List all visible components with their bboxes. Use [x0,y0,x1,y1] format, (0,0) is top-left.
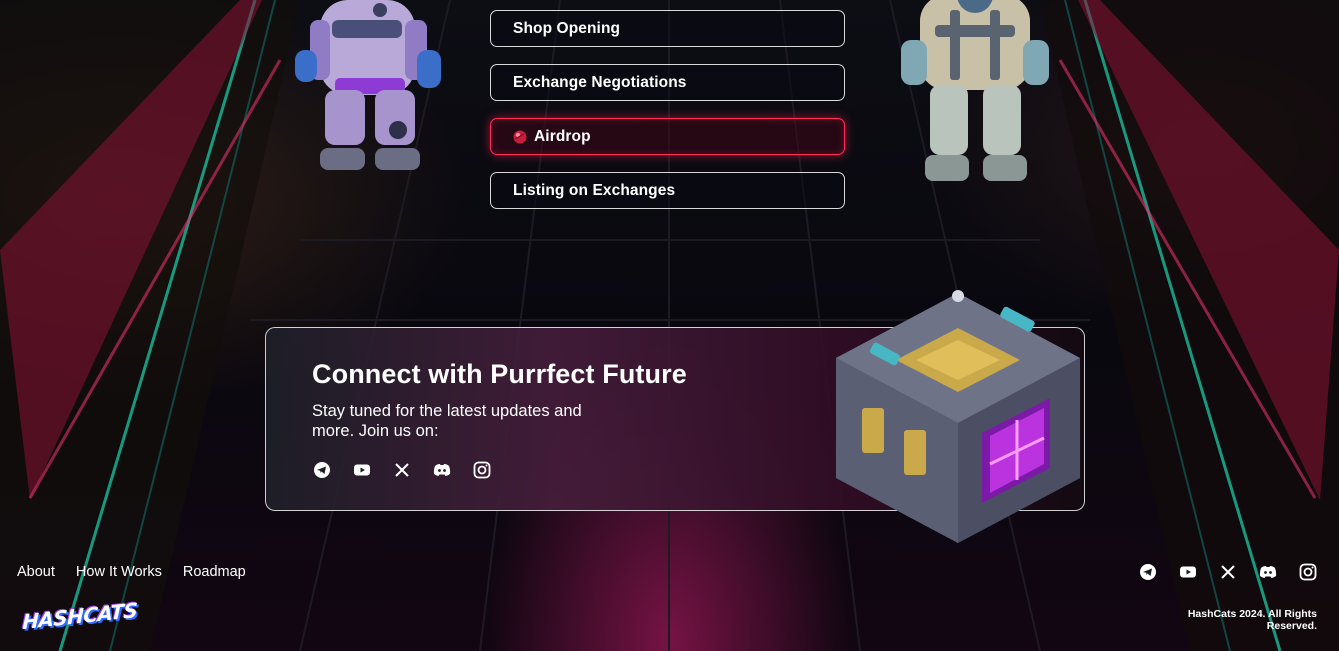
discord-icon[interactable] [1258,562,1278,582]
youtube-icon[interactable] [352,460,372,480]
astronaut-cat-left [295,0,441,170]
copyright-text: HashCats 2024. All Rights Reserved. [1187,608,1317,632]
mining-crate-image [836,290,1080,543]
footer-link-about[interactable]: About [17,564,55,580]
connect-social-links [312,460,492,480]
x-icon[interactable] [1218,562,1238,582]
footer-social-links [1138,562,1318,582]
instagram-icon[interactable] [1298,562,1318,582]
roadmap-step-label: Airdrop [534,127,591,145]
telegram-icon[interactable] [312,460,332,480]
roadmap-step-label: Listing on Exchanges [513,181,676,199]
roadmap-step-label: Exchange Negotiations [513,73,687,91]
roadmap-step-label: Shop Opening [513,19,621,37]
footer-link-how-it-works[interactable]: How It Works [76,564,162,580]
connect-subtitle: Stay tuned for the latest updates and mo… [312,402,582,440]
roadmap-step-shop-opening[interactable]: Shop Opening [490,10,845,47]
youtube-icon[interactable] [1178,562,1198,582]
roadmap-step-airdrop[interactable]: Airdrop [490,118,845,155]
astronaut-cat-right [901,0,1049,181]
x-icon[interactable] [392,460,412,480]
instagram-icon[interactable] [472,460,492,480]
roadmap-step-listing-on-exchanges[interactable]: Listing on Exchanges [490,172,845,209]
discord-icon[interactable] [432,460,452,480]
footer-link-roadmap[interactable]: Roadmap [183,564,246,580]
footer-nav: About How It Works Roadmap [17,564,246,580]
connect-title: Connect with Purrfect Future [312,359,687,389]
telegram-icon[interactable] [1138,562,1158,582]
red-ball-icon [513,130,527,143]
roadmap-step-exchange-negotiations[interactable]: Exchange Negotiations [490,64,845,101]
